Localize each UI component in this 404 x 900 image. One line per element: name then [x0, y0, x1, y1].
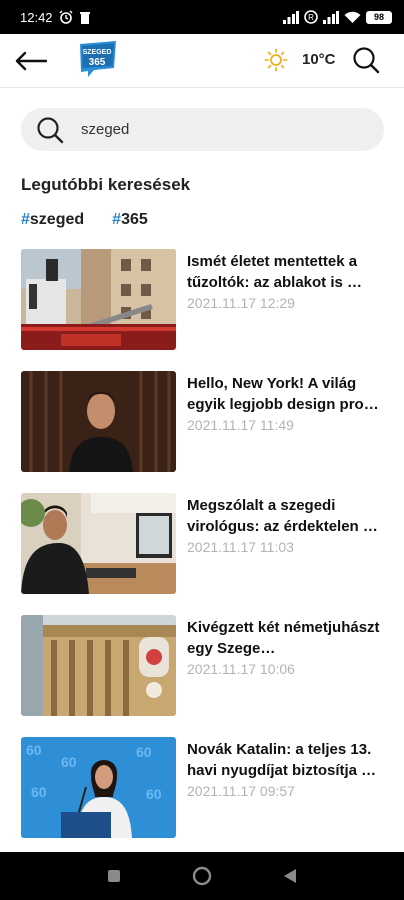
alarm-icon	[59, 10, 73, 24]
article-title[interactable]: Kivégzett két németjuhászt egy Szege…	[187, 617, 384, 659]
back-arrow-icon	[15, 51, 47, 71]
article-thumbnail-building[interactable]	[21, 615, 176, 716]
article-thumbnail-firefighters[interactable]	[21, 249, 176, 350]
wifi-icon	[344, 11, 361, 23]
recent-searches-title: Legutóbbi keresések	[21, 175, 191, 194]
home-button[interactable]	[190, 864, 214, 888]
battery-icon: 98	[366, 10, 392, 24]
article-date: 2021.11.17 11:03	[187, 539, 294, 555]
tag-hash: #	[21, 211, 30, 228]
article-title[interactable]: Hello, New York! A világ egyik legjobb d…	[187, 373, 384, 415]
article-thumbnail-man-portrait[interactable]	[21, 371, 176, 472]
article-item[interactable]: Hello, New York! A világ egyik legjobb d…	[21, 371, 386, 493]
article-thumbnail-virologist[interactable]	[21, 493, 176, 594]
logo-text-bottom: 365	[89, 57, 106, 68]
trash-icon	[79, 11, 90, 24]
back-button[interactable]	[14, 46, 48, 76]
szeged365-logo[interactable]: SZEGED 365	[76, 40, 120, 78]
svg-text:60: 60	[146, 786, 162, 802]
signal-icon-2	[323, 10, 339, 24]
signal-icon	[283, 10, 299, 24]
article-title[interactable]: Novák Katalin: a teljes 13. havi nyugdíj…	[187, 739, 384, 781]
circle-icon	[192, 866, 212, 886]
article-thumbnail-speaker[interactable]: 60 60 60 60 60	[21, 737, 176, 838]
article-item[interactable]: 60 60 60 60 60 Novák Katalin: a teljes 13. h…	[21, 737, 386, 859]
triangle-back-icon	[284, 869, 296, 883]
article-item[interactable]: Megszólalt a szegedi virológus: az érdek…	[21, 493, 386, 615]
article-title[interactable]: Megszólalt a szegedi virológus: az érdek…	[187, 495, 384, 537]
status-bar: 12:42 R 98	[0, 0, 404, 34]
svg-text:60: 60	[31, 784, 47, 800]
tag-hash: #	[112, 211, 122, 228]
recents-button[interactable]	[102, 864, 126, 888]
article-date: 2021.11.17 10:06	[187, 661, 295, 677]
article-item[interactable]: Ismét életet mentettek a tűzoltók: az ab…	[21, 249, 386, 371]
square-icon	[108, 870, 120, 882]
article-date: 2021.11.17 12:29	[187, 295, 295, 311]
article-date: 2021.11.17 09:57	[187, 783, 295, 799]
temperature: 10°C	[302, 51, 336, 68]
tag-label: 365	[121, 211, 148, 228]
svg-text:60: 60	[136, 744, 152, 760]
article-list: Ismét életet mentettek a tűzoltók: az ab…	[21, 249, 386, 859]
tag-365[interactable]: #365	[112, 211, 148, 229]
article-date: 2021.11.17 11:49	[187, 417, 294, 433]
search-bar[interactable]	[21, 108, 384, 151]
svg-text:R: R	[308, 13, 314, 22]
tag-szeged[interactable]: #szeged	[21, 211, 84, 229]
system-nav-bar	[0, 852, 404, 900]
tag-label: szeged	[29, 211, 85, 228]
svg-text:60: 60	[61, 754, 77, 770]
search-input[interactable]	[81, 121, 351, 138]
article-item[interactable]: Kivégzett két németjuhászt egy Szege… 20…	[21, 615, 386, 737]
search-icon	[37, 116, 64, 143]
status-time: 12:42	[20, 9, 53, 25]
header-search-button[interactable]	[351, 45, 381, 75]
app-header: SZEGED 365 10°C	[0, 34, 404, 88]
svg-text:60: 60	[26, 742, 42, 758]
data-saver-icon: R	[304, 10, 318, 24]
recent-tags: #szeged #365	[21, 211, 148, 229]
article-title[interactable]: Ismét életet mentettek a tűzoltók: az ab…	[187, 251, 384, 293]
logo-text-top: SZEGED	[83, 49, 112, 56]
sun-icon	[264, 48, 288, 72]
back-nav-button[interactable]	[278, 864, 302, 888]
